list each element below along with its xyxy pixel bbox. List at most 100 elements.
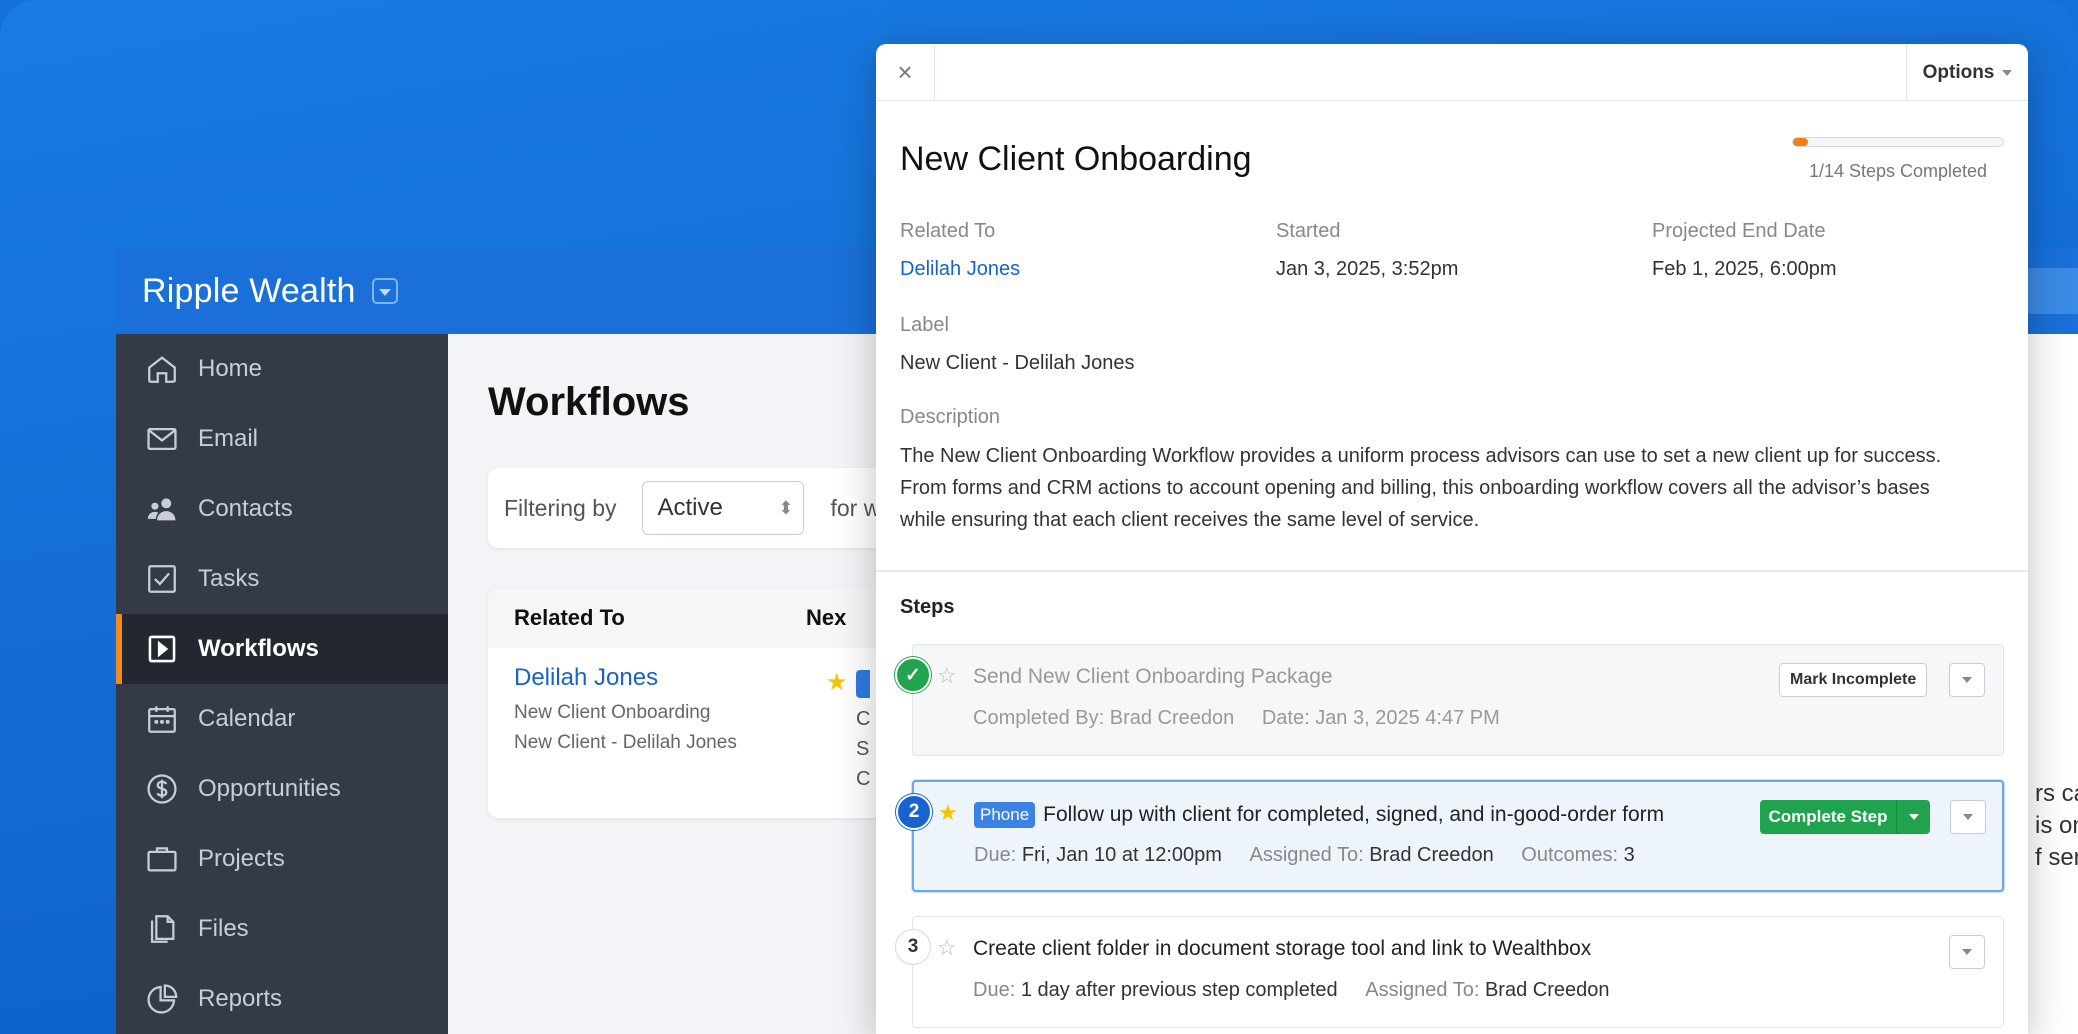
row-next-fragment: C [856,708,871,730]
step-title[interactable]: Send New Client Onboarding Package [973,665,1333,689]
sidebar-item-label: Projects [198,845,285,872]
text-fragment: is onl [2035,812,2078,839]
sidebar-item-email[interactable]: Email [116,404,448,474]
assigned-to-value: Brad Creedon [1369,844,1494,866]
related-to-link[interactable]: Delilah Jones [900,258,1020,281]
header-search-fragment [2026,268,2078,314]
meta-label: Due: [973,979,1021,1001]
progress-bar-fill [1793,138,1808,146]
sidebar-item-label: Opportunities [198,775,341,802]
related-to-label: Related To [900,220,996,242]
steps-heading: Steps [900,596,955,618]
divider [876,570,2028,572]
brand-name: Ripple Wealth [142,271,356,310]
panel-toolbar: × Options [876,44,2028,101]
complete-step-button[interactable]: Complete Step [1760,800,1930,834]
progress-text: 1/14 Steps Completed [1808,161,1988,181]
chevron-down-icon [2002,69,2013,76]
workflows-table: Related To Nex Delilah Jones New Client … [488,588,908,818]
completed-date-value: Jan 3, 2025 4:47 PM [1315,707,1500,729]
phone-badge-fragment [856,670,870,698]
step-title[interactable]: Phone Follow up with client for complete… [974,802,1664,828]
chevron-down-icon[interactable] [1896,800,1930,834]
assigned-to-value: Brad Creedon [1484,979,1610,1001]
files-icon [144,911,180,947]
options-label: Options [1922,61,1995,83]
sidebar-item-label: Tasks [198,565,260,592]
step-card-upcoming: 3 ☆ Create client folder in document sto… [895,916,2004,1028]
step-title[interactable]: Create client folder in document storage… [973,937,1591,961]
sidebar: Home Email Contacts Tasks Workflows Cale… [116,334,448,1034]
outcomes-value: 3 [1623,844,1635,866]
mail-icon [144,421,180,457]
step-card-current: 2 ★ Phone Follow up with client for comp… [896,780,2004,892]
dollar-icon [144,771,180,807]
filter-bar: Filtering by Active for w [488,468,908,548]
sidebar-item-workflows[interactable]: Workflows [116,614,448,684]
step-number: 2 [896,794,932,830]
contacts-icon [144,491,180,527]
step-menu-button[interactable] [1949,935,1985,969]
step-meta: Due: Fri, Jan 10 at 12:00pm Assigned To:… [974,844,1635,867]
completed-by-value: Brad Creedon [1109,707,1235,729]
sidebar-item-opportunities[interactable]: Opportunities [116,754,448,824]
workflow-title: New Client Onboarding [900,140,1252,178]
row-contact-link[interactable]: Delilah Jones [514,664,658,692]
text-fragment: f serv [2035,844,2078,871]
play-square-icon [144,631,180,667]
mark-incomplete-button[interactable]: Mark Incomplete [1779,663,1928,697]
sidebar-item-label: Workflows [198,635,319,662]
step-menu-button[interactable] [1950,800,1986,834]
text-fragment: rs ca [2035,780,2078,807]
step-number: 3 [895,929,931,965]
description-text: The New Client Onboarding Workflow provi… [900,445,1942,531]
filter-for-label: for w [830,494,881,521]
star-outline-icon[interactable]: ☆ [937,935,957,961]
sidebar-item-label: Home [198,355,263,382]
star-icon[interactable]: ★ [938,800,958,826]
sidebar-item-label: Email [198,425,259,452]
row-next-fragment: C [856,768,871,790]
status-select[interactable]: Active [642,481,805,535]
progress: 1/14 Steps Completed [1792,137,2004,182]
step-meta: Completed By: Brad Creedon Date: Jan 3, … [973,707,1500,730]
started-label: Started [1276,220,1341,242]
step-title-text: Follow up with client for completed, sig… [1043,803,1665,826]
chevron-down-icon[interactable] [371,278,398,304]
sidebar-item-reports[interactable]: Reports [116,964,448,1034]
sidebar-item-calendar[interactable]: Calendar [116,684,448,754]
progress-bar [1792,137,2004,147]
filter-label: Filtering by [504,494,617,521]
workflow-detail-panel: × Options New Client Onboarding 1/14 Ste… [876,44,2028,1034]
end-date-label: Projected End Date [1652,220,1826,242]
sidebar-item-label: Reports [198,985,283,1012]
home-icon [144,351,180,387]
briefcase-icon [144,841,180,877]
sidebar-item-tasks[interactable]: Tasks [116,544,448,614]
label-label: Label [900,314,949,336]
options-button[interactable]: Options [1906,44,2028,101]
sidebar-item-files[interactable]: Files [116,894,448,964]
check-icon: ✓ [895,657,931,693]
page-title: Workflows [488,380,690,424]
due-value: Fri, Jan 10 at 12:00pm [1021,844,1222,866]
description-label: Description [900,406,1001,428]
step-menu-button[interactable] [1949,663,1985,697]
phone-badge: Phone [974,802,1036,828]
row-workflow-name: New Client Onboarding [514,702,711,723]
row-workflow-label: New Client - Delilah Jones [514,732,737,753]
close-button[interactable]: × [876,44,935,101]
star-icon[interactable]: ★ [826,668,848,697]
due-value: 1 day after previous step completed [1020,979,1338,1001]
star-outline-icon[interactable]: ☆ [937,663,957,689]
end-date-value: Feb 1, 2025, 6:00pm [1652,258,1837,280]
meta-label: Due: [974,844,1022,866]
sidebar-item-contacts[interactable]: Contacts [116,474,448,544]
column-header-related-to[interactable]: Related To [488,605,806,631]
step-meta: Due: 1 day after previous step completed… [973,979,1609,1002]
complete-step-label: Complete Step [1768,807,1888,826]
sidebar-item-home[interactable]: Home [116,334,448,404]
sidebar-item-label: Contacts [198,495,293,522]
pie-chart-icon [144,981,180,1017]
sidebar-item-projects[interactable]: Projects [116,824,448,894]
